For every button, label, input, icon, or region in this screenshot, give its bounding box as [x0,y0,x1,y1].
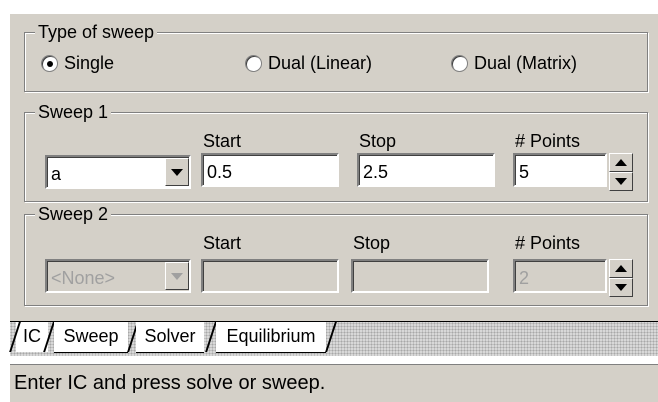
spin-up-button[interactable] [609,153,633,172]
tab-strip: IC Sweep Solver Equilibrium [9,321,658,356]
radio-single-label: Single [64,53,115,73]
sweep1-dropdown-button[interactable] [165,158,189,186]
tab-ic[interactable]: IC [16,322,48,352]
radio-dual-matrix-indicator[interactable] [451,55,468,72]
sweep1-start-label: Start [203,131,242,151]
tab-separator [325,322,337,352]
spin-down-button[interactable] [609,278,633,297]
radio-dual-matrix-label: Dual (Matrix) [474,53,578,73]
sweep2-dropdown-button[interactable] [165,262,189,290]
radio-dual-linear-indicator[interactable] [245,55,262,72]
sweep1-stop-label: Stop [359,131,397,151]
sweep2-stop-label: Stop [353,233,391,253]
chevron-down-icon [171,272,183,280]
tab-solver[interactable]: Solver [136,322,204,353]
sweep2-points-input[interactable]: 2 [513,259,607,293]
sweep1-legend: Sweep 1 [35,102,112,122]
sweep2-legend: Sweep 2 [35,204,112,224]
sweep1-group: Sweep 1 Start Stop # Points a 0.5 2.5 5 [24,102,648,202]
sweep2-start-label: Start [203,233,242,253]
radio-dual-matrix[interactable]: Dual (Matrix) [451,53,577,74]
spin-down-button[interactable] [609,172,633,191]
spin-up-button[interactable] [609,259,633,278]
sweep1-points-label: # Points [515,131,581,151]
tab-sweep[interactable]: Sweep [54,322,128,353]
sweep2-variable-value: <None> [51,268,116,288]
arrow-up-icon [615,159,627,166]
arrow-up-icon [615,265,627,272]
tab-equilibrium[interactable]: Equilibrium [216,322,326,353]
sweep1-variable-value: a [51,164,62,184]
sweep2-stop-input[interactable] [351,259,489,293]
radio-dual-linear-label: Dual (Linear) [268,53,373,73]
type-of-sweep-legend: Type of sweep [35,22,158,42]
sweep-panel: Type of sweep Single Dual (Linear) Dual … [10,14,658,321]
sweep1-variable-select[interactable]: a [45,155,191,189]
type-of-sweep-group: Type of sweep Single Dual (Linear) Dual … [24,22,648,92]
arrow-down-icon [615,284,627,291]
sweep2-variable-select[interactable]: <None> [45,259,191,293]
sweep2-start-input[interactable] [201,259,339,293]
arrow-down-icon [615,178,627,185]
sweep1-start-input[interactable]: 0.5 [201,153,339,187]
sweep1-points-spinner[interactable] [609,153,633,191]
sweep1-stop-input[interactable]: 2.5 [357,153,495,187]
sweep2-points-spinner[interactable] [609,259,633,297]
sweep2-points-label: # Points [515,233,581,253]
radio-dual-linear[interactable]: Dual (Linear) [245,53,372,74]
sweep2-group: Sweep 2 Start Stop # Points <None> 2 [24,204,648,306]
radio-single[interactable]: Single [41,53,114,74]
status-bar: Enter IC and press solve or sweep. [10,364,658,402]
chevron-down-icon [171,168,183,176]
radio-single-indicator[interactable] [41,55,58,72]
sweep1-points-input[interactable]: 5 [513,153,607,187]
